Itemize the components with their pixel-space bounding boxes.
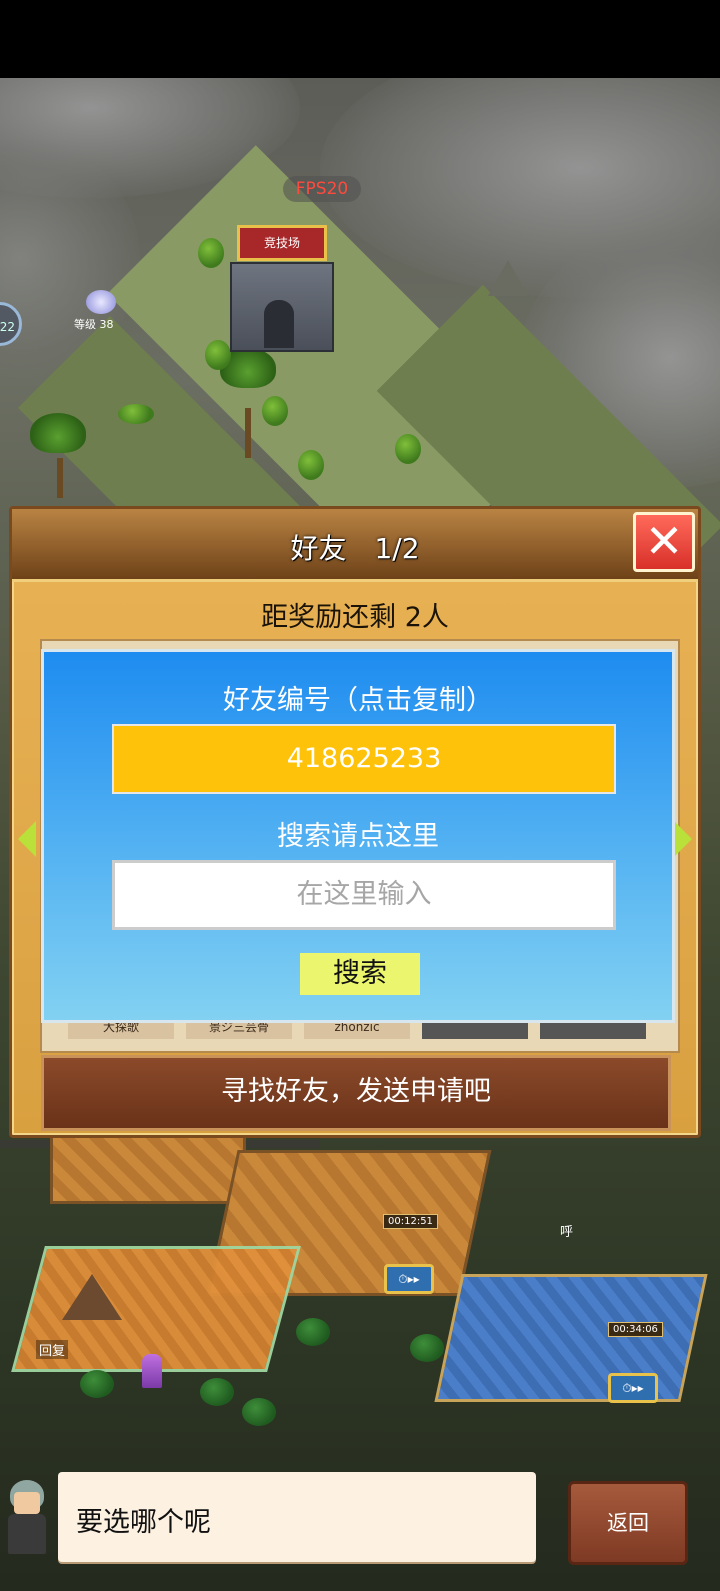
bush-icon (200, 1378, 234, 1406)
building-bedroom[interactable] (434, 1274, 708, 1402)
close-button[interactable]: ✕ (633, 512, 695, 572)
dialog-header: 好友 1/2 ✕ (12, 509, 698, 582)
fast-forward-button[interactable]: ⏱▸▸ (608, 1373, 658, 1403)
friend-search-input[interactable]: 在这里输入 (112, 860, 616, 930)
character-sprite[interactable] (142, 1354, 162, 1388)
arena-castle[interactable] (230, 262, 334, 352)
bush-icon (410, 1334, 444, 1362)
bush-icon (80, 1370, 114, 1398)
find-friends-button[interactable]: 寻找好友，发送申请吧 (41, 1055, 671, 1131)
building-storage[interactable] (50, 1128, 246, 1204)
shrub-icon (118, 404, 154, 424)
bush-icon (298, 450, 324, 480)
friend-search-panel: 好友编号（点击复制） 418625233 搜索请点这里 在这里输入 搜索 (41, 649, 675, 1023)
bush-icon (395, 434, 421, 464)
prompt-bubble: 要选哪个呢 (58, 1472, 536, 1562)
friend-code-label: 好友编号（点击复制） (223, 685, 493, 716)
advisor-avatar (0, 1474, 54, 1558)
fps-counter: FPS20 (283, 176, 361, 202)
recover-status: 回复 (36, 1340, 69, 1359)
search-button[interactable]: 搜索 (300, 953, 420, 995)
prompt-text: 要选哪个呢 (76, 1507, 211, 1538)
status-bar (0, 0, 720, 78)
next-page-arrow-icon[interactable] (674, 821, 692, 857)
shout-label: 呼 (560, 1225, 574, 1240)
bush-icon (205, 340, 231, 370)
fast-forward-button[interactable]: ⏱▸▸ (384, 1264, 434, 1294)
rock-hill (488, 260, 528, 296)
level-label: 等级 38 (74, 318, 114, 331)
reward-remaining-text: 距奖励还剩 2人 (261, 602, 449, 633)
cactus-icon (262, 396, 288, 426)
back-button[interactable]: 返回 (568, 1481, 688, 1565)
monster-icon[interactable] (86, 290, 116, 314)
friends-dialog: 好友 1/2 ✕ 距奖励还剩 2人 大探歌 景ジ三芸骨 zhonzic 好友编号… (9, 506, 701, 1138)
bush-icon (242, 1398, 276, 1426)
timer-label: 00:12:51 (383, 1214, 438, 1229)
friend-code-copy-button[interactable]: 418625233 (112, 724, 616, 794)
arena-sign[interactable]: 竞技场 (237, 225, 327, 261)
cactus-icon (198, 238, 224, 268)
palm-tree-icon (30, 413, 86, 453)
timer-label: 00:34:06 (608, 1322, 663, 1337)
bush-icon (296, 1318, 330, 1346)
close-icon: ✕ (644, 514, 684, 568)
prev-page-arrow-icon[interactable] (18, 821, 36, 857)
search-hint-label: 搜索请点这里 (277, 821, 439, 852)
dialog-title: 好友 1/2 (290, 532, 420, 565)
tent-icon (62, 1274, 122, 1320)
